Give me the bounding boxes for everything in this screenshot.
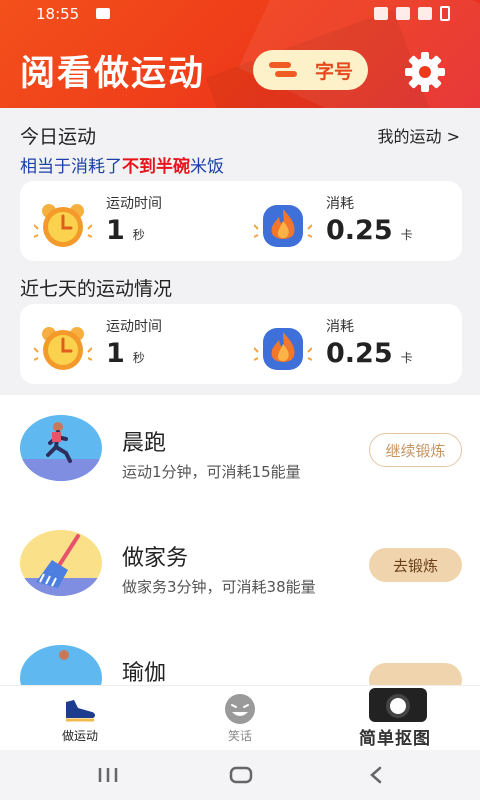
runner-illustration: [20, 415, 102, 481]
app-header: 18:55 阅看做运动 字号: [0, 0, 480, 108]
burn-value: 0.25 卡: [326, 338, 413, 369]
activity-list: 晨跑 运动1分钟，可消耗15能量 继续锻炼 做家务 做家务3分钟，可消耗38能量…: [0, 395, 480, 685]
burn-value: 0.25 卡: [326, 215, 413, 246]
burn-label: 消耗: [326, 319, 354, 335]
recent-apps-icon[interactable]: [96, 760, 120, 790]
equiv-highlight: 不到半碗: [122, 157, 190, 177]
tab-exercise[interactable]: 做运动: [0, 686, 160, 751]
tab-label: 做运动: [61, 729, 98, 743]
go-exercise-button[interactable]: [369, 663, 462, 685]
watermark-text: 简单抠图: [359, 729, 431, 749]
week-stats-card: 运动时间 1秒 消耗 0.25 卡: [20, 304, 462, 384]
alarm-clock-icon: [34, 327, 92, 370]
font-size-label: 字号: [315, 60, 354, 83]
burn-number: 0.25: [326, 215, 393, 246]
system-nav-bar: [0, 750, 480, 800]
tab-label: 笑话: [227, 729, 252, 743]
alarm-clock-icon: [34, 204, 92, 247]
burn-label: 消耗: [326, 196, 354, 212]
back-icon[interactable]: [366, 760, 386, 790]
activity-name: 做家务: [122, 546, 189, 571]
flame-icon: [254, 328, 312, 370]
camera-icon: [369, 688, 427, 722]
equiv-prefix: 相当于消耗了: [20, 157, 122, 177]
my-sport-link[interactable]: 我的运动 >: [378, 123, 461, 147]
list-item-morning-run[interactable]: 晨跑 运动1分钟，可消耗15能量 继续锻炼: [0, 395, 480, 510]
mute-icon: [374, 7, 388, 20]
activity-name: 晨跑: [122, 431, 167, 456]
laughing-face-icon: [225, 694, 255, 724]
duration-unit: 秒: [132, 351, 145, 365]
duration-unit: 秒: [132, 228, 145, 242]
duration-number: 1: [106, 215, 125, 246]
battery-icon: [440, 6, 450, 21]
list-item-yoga[interactable]: 瑜伽: [0, 625, 480, 685]
wifi-icon: [396, 7, 410, 20]
page-title: 阅看做运动: [20, 54, 206, 94]
duration-value: 1秒: [106, 338, 145, 369]
burn-unit: 卡: [400, 228, 413, 242]
go-exercise-button[interactable]: 去锻炼: [369, 548, 462, 582]
duration-value: 1秒: [106, 215, 145, 246]
duration-label: 运动时间: [106, 319, 162, 335]
yoga-illustration: [20, 645, 102, 685]
mail-icon: [96, 8, 110, 19]
broom-illustration: [20, 530, 102, 596]
today-title: 今日运动: [20, 126, 97, 148]
watermark: 简单抠图: [345, 688, 455, 749]
equiv-suffix: 米饭: [190, 157, 224, 177]
font-size-icon: [269, 62, 297, 78]
tab-jokes[interactable]: 笑话: [160, 686, 320, 751]
sneaker-icon: [66, 700, 95, 722]
font-size-button[interactable]: 字号: [253, 50, 368, 90]
continue-exercise-button[interactable]: 继续锻炼: [369, 433, 462, 467]
activity-desc: 做家务3分钟，可消耗38能量: [122, 578, 316, 596]
gear-icon[interactable]: [403, 50, 447, 94]
home-icon[interactable]: [228, 760, 254, 790]
status-time: 18:55: [36, 5, 80, 23]
week-title: 近七天的运动情况: [20, 278, 173, 300]
burn-number: 0.25: [326, 338, 393, 369]
activity-desc: 运动1分钟，可消耗15能量: [122, 463, 301, 481]
duration-number: 1: [106, 338, 125, 369]
signal-icon: [418, 7, 432, 20]
equivalent-text: 相当于消耗了不到半碗米饭: [20, 152, 224, 177]
status-bar: 18:55: [0, 0, 480, 28]
today-stats-card: 运动时间 1秒 消耗 0.25 卡: [20, 181, 462, 261]
flame-icon: [254, 205, 312, 247]
burn-unit: 卡: [400, 351, 413, 365]
duration-label: 运动时间: [106, 196, 162, 212]
list-item-housework[interactable]: 做家务 做家务3分钟，可消耗38能量 去锻炼: [0, 510, 480, 625]
activity-name: 瑜伽: [122, 661, 167, 685]
